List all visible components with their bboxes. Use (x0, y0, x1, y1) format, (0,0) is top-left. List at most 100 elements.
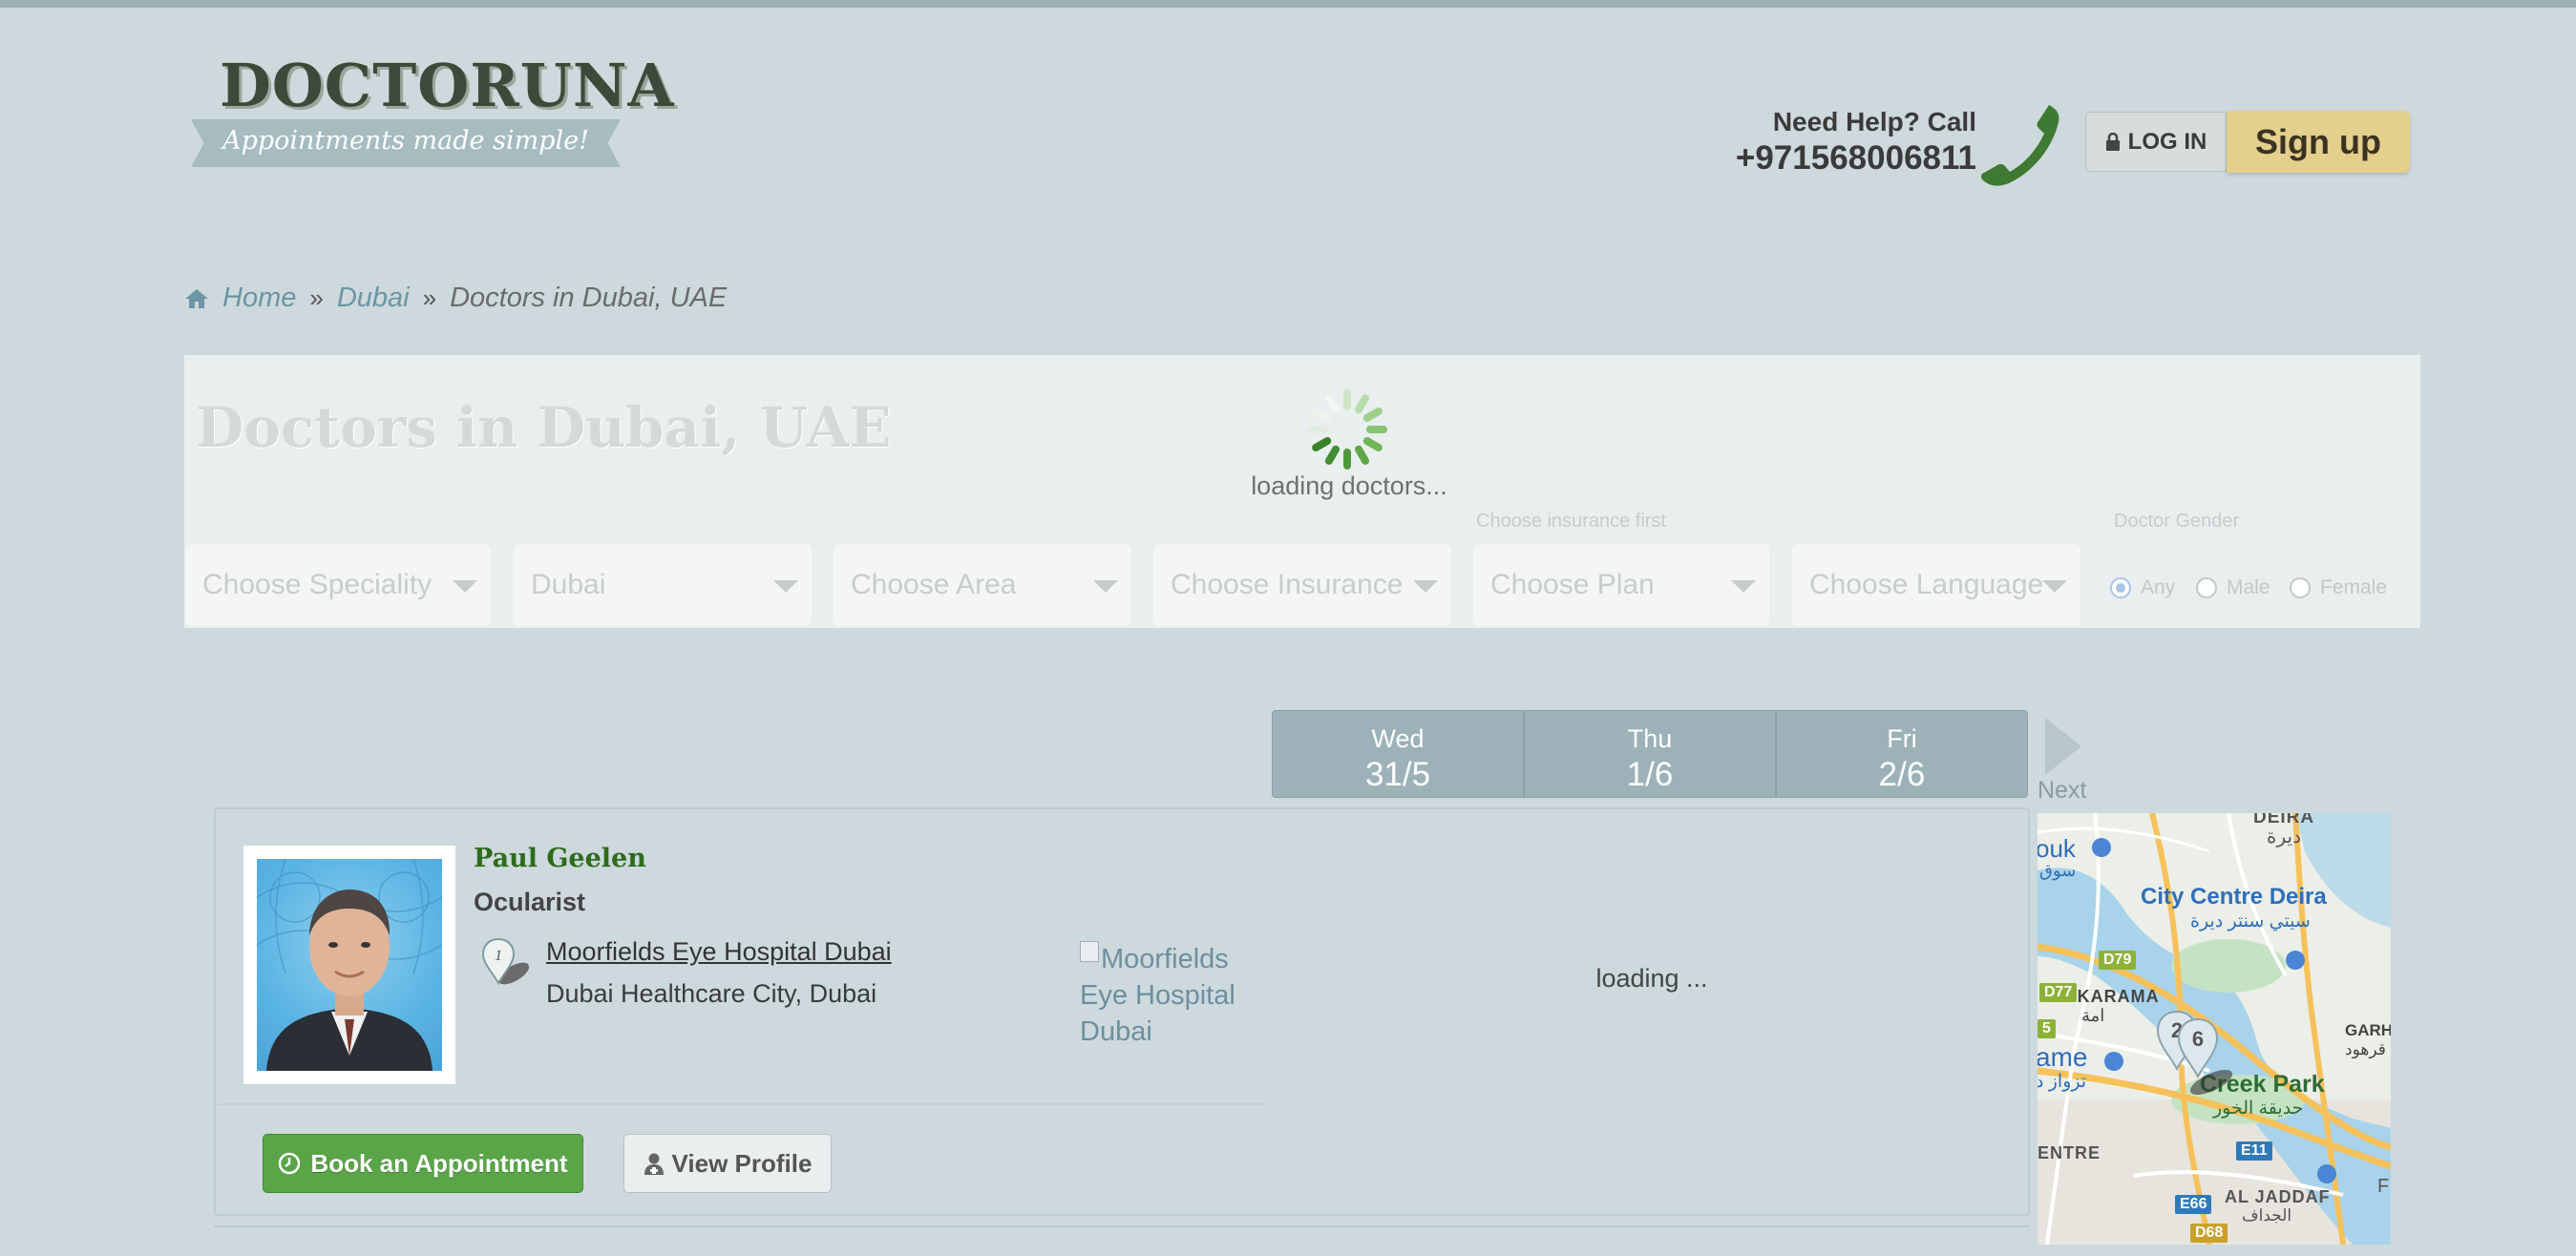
road-sign: 5 (2038, 1019, 2056, 1038)
map-marker-cluster[interactable]: 2 6 (2144, 1006, 2249, 1101)
date-header: Wed 31/5 Thu 1/6 Fri 2/6 (1272, 710, 2028, 798)
doctor-speciality: Ocularist (474, 888, 586, 916)
breadcrumb-separator-icon: » (422, 283, 437, 312)
view-profile-label: View Profile (671, 1148, 813, 1178)
book-appointment-button[interactable]: Book an Appointment (263, 1134, 583, 1193)
doctor-photo[interactable] (243, 846, 455, 1084)
map-label-f-edge: F (2377, 1176, 2390, 1197)
chevron-down-icon (1731, 580, 1756, 593)
site-logo[interactable]: DOCTORUNA Appointments made simple! (191, 46, 674, 179)
map-label-deira-ar: ديرة (2267, 827, 2301, 848)
language-select-value: Choose Language (1809, 569, 2044, 600)
page-title: Doctors in Dubai, UAE (196, 395, 892, 460)
clock-icon (279, 1152, 301, 1175)
date-column: Wed 31/5 (1273, 711, 1525, 797)
map-label-garho: GARHO (2345, 1021, 2391, 1039)
area-select[interactable]: Choose Area (834, 544, 1131, 626)
road-sign: E11 (2236, 1141, 2272, 1161)
gender-radio-any[interactable]: Any (2110, 576, 2175, 599)
map-label-ame: ame (2038, 1042, 2088, 1072)
breadcrumb-separator-icon: » (309, 283, 324, 312)
radio-icon (2196, 577, 2217, 598)
phone-icon (1980, 105, 2059, 186)
map-label-jaddaf: AL JADDAF (2225, 1187, 2331, 1206)
gender-option-male: Male (2227, 576, 2270, 598)
road-sign: D68 (2190, 1224, 2228, 1243)
signup-button[interactable]: Sign up (2227, 111, 2410, 173)
plan-select[interactable]: Choose Plan (1473, 544, 1769, 626)
doctor-name[interactable]: Paul Geelen (474, 844, 646, 873)
road-sign: E66 (2175, 1195, 2212, 1214)
date-column: Fri 2/6 (1777, 711, 2027, 797)
date-day: Fri (1887, 724, 1917, 753)
radio-selected-icon (2110, 577, 2131, 598)
user-md-icon (644, 1153, 664, 1175)
loading-spinner-icon (1307, 389, 1387, 470)
map-pin-icon: 1 (481, 937, 530, 986)
map-label-city-centre-ar: سيتي سنتر ديرة (2190, 911, 2311, 932)
home-icon (185, 288, 208, 308)
city-select[interactable]: Dubai (514, 544, 812, 626)
logo-tagline: Appointments made simple! (222, 126, 589, 156)
map-label-entre: ENTRE (2038, 1143, 2101, 1162)
date-day: Thu (1627, 724, 1673, 753)
hospital-area: Dubai Healthcare City, Dubai (546, 979, 877, 1008)
hospital-image[interactable]: Moorfields Eye Hospital Dubai (1080, 941, 1252, 1050)
map-label-garho-ar: قرهود (2345, 1040, 2386, 1058)
language-select[interactable]: Choose Language (1792, 544, 2080, 626)
chevron-down-icon (773, 580, 798, 593)
pin-number: 1 (495, 948, 502, 964)
date-day: Wed (1371, 724, 1425, 753)
next-button[interactable]: Next (2038, 777, 2086, 805)
city-select-value: Dubai (531, 569, 606, 600)
hospital-image-alt: Moorfields Eye Hospital Dubai (1080, 944, 1235, 1047)
speciality-select[interactable]: Choose Speciality (185, 544, 491, 626)
map-label-karama-ar: امة (2081, 1006, 2105, 1025)
date-column: Thu 1/6 (1525, 711, 1777, 797)
top-bar (0, 0, 2576, 8)
doctor-photo-image (257, 859, 442, 1071)
gender-label: Doctor Gender (2114, 511, 2240, 532)
road-sign: D77 (2039, 983, 2078, 1002)
login-button[interactable]: LOG IN (2085, 112, 2227, 172)
help-contact: Need Help? Call +971568006811 (1700, 107, 1976, 178)
broken-image-icon (1080, 941, 1099, 962)
gender-option-female: Female (2320, 576, 2388, 598)
date-number: 31/5 (1364, 756, 1431, 793)
radio-icon (2290, 577, 2311, 598)
breadcrumb: Home » Dubai » Doctors in Dubai, UAE (184, 283, 727, 314)
gender-radio-female[interactable]: Female (2290, 576, 2387, 599)
card-divider (218, 1103, 1264, 1105)
help-title: Need Help? Call (1772, 107, 1976, 136)
book-appointment-label: Book an Appointment (310, 1148, 568, 1178)
area-select-value: Choose Area (851, 569, 1017, 600)
map-marker-number: 6 (2192, 1027, 2204, 1051)
gender-option-any: Any (2141, 576, 2176, 598)
login-label: LOG IN (2127, 128, 2207, 155)
breadcrumb-home[interactable]: Home (222, 283, 296, 314)
speciality-select-value: Choose Speciality (202, 569, 433, 600)
logo-text: DOCTORUNA (220, 51, 675, 120)
date-number: 2/6 (1878, 756, 1926, 793)
next-arrow-icon[interactable] (2045, 718, 2081, 775)
chevron-down-icon (1093, 580, 1118, 593)
chevron-down-icon (453, 580, 477, 593)
help-phone[interactable]: +971568006811 (1700, 139, 1976, 178)
hospital-link[interactable]: Moorfields Eye Hospital Dubai (546, 937, 892, 967)
map-label-jaddaf-ar: الجداف (2242, 1206, 2292, 1225)
insurance-select[interactable]: Choose Insurance (1153, 544, 1451, 626)
date-number: 1/6 (1626, 756, 1674, 793)
view-profile-button[interactable]: View Profile (623, 1134, 832, 1193)
loading-doctors-text: loading doctors... (1251, 471, 1447, 500)
gender-radio-male[interactable]: Male (2196, 576, 2270, 599)
map-label-ouk: ouk (2038, 834, 2076, 863)
chevron-down-icon (2042, 580, 2067, 593)
doctor-card-next (214, 1225, 2030, 1256)
breadcrumb-city[interactable]: Dubai (337, 283, 410, 314)
slots-loading-text: loading ... (1595, 964, 1708, 993)
plan-select-value: Choose Plan (1490, 569, 1655, 600)
map-view[interactable]: DEIRA ديرة ouk سوق City Centre Deira سيت… (2038, 813, 2391, 1245)
map-label-ame-ar: تزواز د (2038, 1072, 2087, 1092)
plan-hint: Choose insurance first (1476, 511, 1666, 532)
breadcrumb-current: Doctors in Dubai, UAE (450, 283, 728, 313)
